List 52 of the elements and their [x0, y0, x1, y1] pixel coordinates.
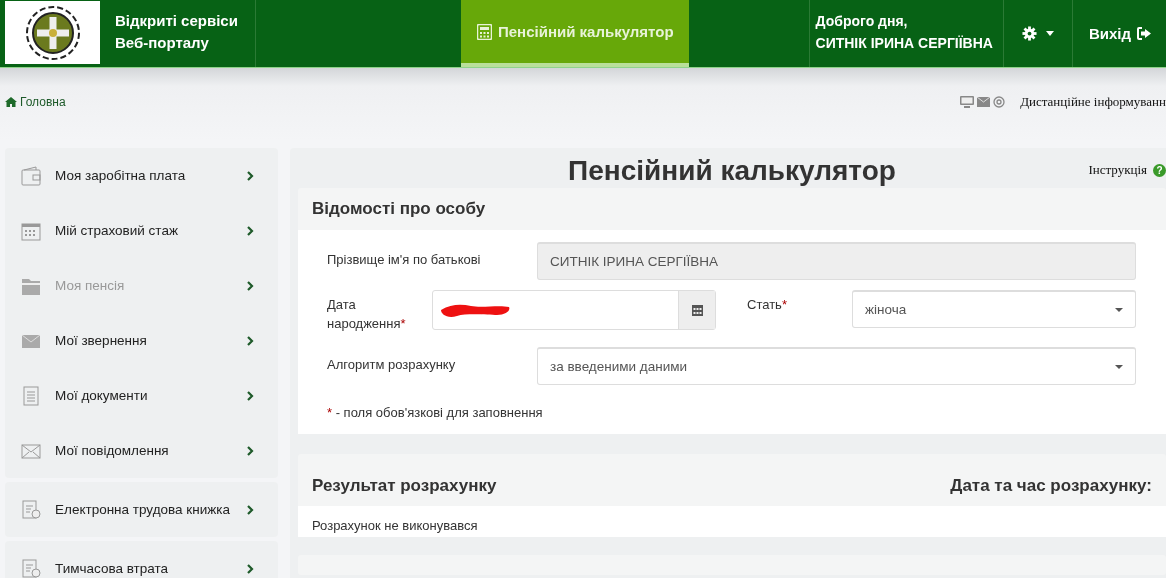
field-label: Прізвище ім'я по батькові [327, 251, 482, 269]
chevron-right-icon [247, 390, 254, 401]
calendar-icon [21, 220, 41, 241]
date-time-label: Дата та час розрахунку: [950, 476, 1152, 496]
user-name: СИТНІК ІРИНА СЕРГІЇВНА [815, 34, 993, 53]
chevron-right-icon [247, 563, 254, 574]
chevron-right-icon [247, 225, 254, 236]
section-title: Відомості про особу [312, 199, 486, 219]
page-title: Пенсійний калькулятор [568, 154, 896, 188]
monitor-icon [960, 96, 975, 108]
field-label: Дата народження* [327, 296, 407, 333]
sidebar-item[interactable]: Мій страховий стаж [5, 203, 278, 258]
calculator-icon [477, 23, 492, 40]
sidebar-item[interactable]: Мої звернення [5, 313, 278, 368]
field-label: Алгоритм розрахунку [327, 356, 457, 374]
remote-notification-link[interactable]: Дистанційне інформуванн [1020, 94, 1166, 110]
instruction-link[interactable]: Інструкція ? [1088, 162, 1166, 178]
required-note: * - поля обов'язкові для заповнення [327, 405, 544, 420]
sign-out-icon [1137, 27, 1152, 40]
result-message: Розрахунок не виконувався [312, 518, 479, 535]
portal-title: Веб-порталу [115, 33, 210, 53]
chevron-right-icon [247, 335, 254, 346]
greeting: Доброго дня, [815, 12, 909, 31]
section-title: Результат розрахунку [312, 476, 497, 496]
calendar-icon [691, 304, 703, 316]
sidebar-item[interactable]: Моя заробітна плата [5, 148, 278, 203]
wallet-icon [21, 165, 41, 186]
settings-icon [1021, 26, 1037, 41]
chevron-right-icon [247, 445, 254, 456]
sex-select[interactable]: жіноча [852, 290, 1136, 328]
workbook-icon [21, 499, 41, 520]
home-icon [5, 97, 17, 107]
algorithm-select[interactable]: за введеними даними [537, 347, 1136, 385]
chevron-right-icon [247, 280, 254, 291]
home-link[interactable]: Головна [5, 95, 66, 109]
sidebar-item[interactable]: Електронна трудова книжка [5, 482, 278, 537]
birth-date-field[interactable] [432, 290, 716, 330]
sidebar-item[interactable]: Тимчасова втрата [5, 541, 278, 578]
caret-icon [1115, 364, 1123, 369]
logout-link[interactable]: Вихід [1072, 0, 1166, 67]
envelope-icon [977, 97, 991, 107]
help-icon: ? [1153, 163, 1166, 177]
caret-icon [1045, 31, 1054, 36]
sidebar-item[interactable]: Мої повідомлення [5, 423, 278, 478]
caret-icon [1115, 307, 1123, 312]
chevron-right-icon [247, 504, 254, 515]
document-icon [21, 385, 41, 406]
portal-title: Відкриті сервіси [115, 11, 239, 31]
field-label: Стать* [747, 296, 788, 314]
emblem-icon [24, 4, 81, 61]
chevron-right-icon [247, 170, 254, 181]
sidebar-item[interactable]: Мої документи [5, 368, 278, 423]
